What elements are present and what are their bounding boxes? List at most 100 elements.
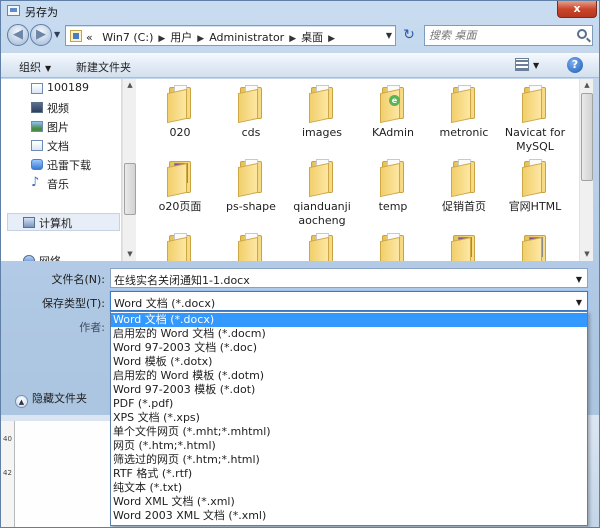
folder-item-official-html[interactable]: 官网HTML: [501, 159, 569, 214]
chevron-down-icon[interactable]: ▼: [576, 275, 582, 284]
chevron-down-icon[interactable]: ▼: [576, 298, 582, 307]
breadcrumb-item-drive[interactable]: Win7 (C:): [102, 31, 153, 44]
filetype-option[interactable]: XPS 文档 (*.xps): [111, 411, 587, 425]
breadcrumb-item-users[interactable]: 用户: [170, 31, 192, 44]
back-arrow-icon: ◀: [13, 27, 23, 42]
address-bar[interactable]: « Win7 (C:) ▶ 用户 ▶ Administrator ▶ 桌面 ▶ ▼: [65, 25, 396, 46]
nav-item-network[interactable]: 网络: [23, 253, 61, 261]
filetype-option[interactable]: 网页 (*.htm;*.html): [111, 439, 587, 453]
nav-item-pictures[interactable]: 图片: [31, 119, 69, 135]
hide-folders-button[interactable]: ▲ 隐藏文件夹: [15, 390, 87, 408]
folder-item-temp[interactable]: temp: [359, 159, 427, 214]
folder-item-qianduanjiaocheng[interactable]: qianduanji aocheng: [288, 159, 356, 228]
folder-item-partial[interactable]: [288, 233, 356, 261]
folder-item-cds[interactable]: cds: [217, 85, 285, 140]
vertical-ruler: 40 42: [1, 421, 15, 527]
filetype-label: 保存类型(T):: [41, 297, 105, 310]
filetype-option[interactable]: Word 97-2003 模板 (*.dot): [111, 383, 587, 397]
breadcrumb-overflow[interactable]: «: [86, 31, 93, 44]
nav-item-music[interactable]: 音乐: [31, 175, 69, 192]
folder-item-promo-home[interactable]: 促销首页: [430, 159, 498, 214]
folder-item-partial[interactable]: [146, 233, 214, 261]
folder-item-ps-shape[interactable]: ps-shape: [217, 159, 285, 214]
folder-icon: [520, 85, 550, 124]
back-button[interactable]: ◀: [7, 24, 29, 46]
folder-label: 020: [169, 126, 191, 139]
filetype-option[interactable]: RTF 格式 (*.rtf): [111, 467, 587, 481]
filetype-option[interactable]: 启用宏的 Word 文档 (*.docm): [111, 327, 587, 341]
nav-pane-scrollbar[interactable]: ▲ ▼: [122, 79, 136, 261]
filetype-option[interactable]: 单个文件网页 (*.mht;*.mhtml): [111, 425, 587, 439]
document-icon: [31, 140, 43, 151]
folder-item-navicat[interactable]: Navicat for MySQL: [501, 85, 569, 154]
breadcrumb-separator-icon[interactable]: ▶: [197, 34, 204, 44]
filetype-option[interactable]: 筛选过的网页 (*.htm;*.html): [111, 453, 587, 467]
folder-item-images[interactable]: images: [288, 85, 356, 140]
filetype-option[interactable]: 启用宏的 Word 模板 (*.dotm): [111, 369, 587, 383]
filetype-option[interactable]: Word 97-2003 文档 (*.doc): [111, 341, 587, 355]
folder-item-partial[interactable]: [501, 233, 569, 261]
document-page-edge: [15, 421, 110, 527]
recent-pages-chevron-icon[interactable]: ▼: [54, 30, 60, 39]
nav-item-label: 音乐: [47, 178, 69, 191]
chevron-up-icon: ▲: [15, 395, 28, 408]
breadcrumb-item-administrator[interactable]: Administrator: [209, 31, 284, 44]
search-box[interactable]: [424, 25, 593, 46]
folder-item-o20[interactable]: o20页面: [146, 159, 214, 214]
search-icon[interactable]: [577, 29, 587, 39]
breadcrumb-separator-icon[interactable]: ▶: [289, 34, 296, 44]
folder-item-partial[interactable]: [430, 233, 498, 261]
scroll-down-icon[interactable]: ▼: [580, 248, 594, 261]
nav-item-computer[interactable]: 计算机: [23, 215, 72, 231]
scrollbar-thumb[interactable]: [124, 163, 136, 215]
view-options-icon[interactable]: [515, 58, 529, 71]
scroll-up-icon[interactable]: ▲: [123, 79, 137, 92]
filetype-select[interactable]: Word 文档 (*.docx) ▼: [110, 291, 588, 311]
folder-label: ps-shape: [226, 200, 276, 213]
filename-label: 文件名(N):: [51, 273, 105, 286]
nav-item-thunder-downloads[interactable]: 迅雷下载: [31, 157, 91, 173]
forward-button[interactable]: ▶: [30, 24, 52, 46]
filetype-option[interactable]: 纯文本 (*.txt): [111, 481, 587, 495]
nav-item-100189[interactable]: 100189: [31, 81, 89, 97]
scroll-down-icon[interactable]: ▼: [123, 248, 137, 261]
filetype-option[interactable]: Word 2003 XML 文档 (*.xml): [111, 509, 587, 523]
filetype-option[interactable]: Word XML 文档 (*.xml): [111, 495, 587, 509]
folder-icon: [165, 85, 195, 124]
breadcrumb-item-desktop[interactable]: 桌面: [301, 31, 323, 44]
folder-item-metronic[interactable]: metronic: [430, 85, 498, 140]
folder-label: 官网HTML: [508, 200, 562, 213]
folder-item-partial[interactable]: [217, 233, 285, 261]
folder-item-kadmin[interactable]: e KAdmin: [359, 85, 427, 140]
nav-item-documents[interactable]: 文档: [31, 138, 69, 154]
folder-label: metronic: [439, 126, 489, 139]
search-input[interactable]: [429, 28, 569, 43]
breadcrumb-separator-icon[interactable]: ▶: [158, 34, 165, 44]
scroll-up-icon[interactable]: ▲: [580, 79, 594, 92]
nav-item-videos[interactable]: 视频: [31, 100, 69, 116]
breadcrumb-separator-icon[interactable]: ▶: [328, 34, 335, 44]
folder-item-partial[interactable]: [359, 233, 427, 261]
folder-label: images: [302, 126, 342, 139]
folder-icon: [307, 233, 337, 261]
help-icon[interactable]: ?: [567, 57, 583, 73]
folder-icon: [520, 159, 550, 198]
organize-button[interactable]: 组织 ▼: [19, 59, 51, 75]
chevron-down-icon: ▼: [45, 64, 52, 73]
refresh-button[interactable]: ↻: [399, 25, 419, 46]
close-button[interactable]: x: [557, 1, 597, 18]
folder-label: temp: [378, 200, 408, 213]
file-list-scrollbar[interactable]: ▲ ▼: [579, 79, 593, 261]
new-folder-button[interactable]: 新建文件夹: [76, 59, 131, 75]
filetype-option[interactable]: Word 文档 (*.docx): [111, 313, 587, 327]
address-dropdown-chevron-icon[interactable]: ▼: [386, 31, 392, 40]
document-icon: [31, 83, 43, 94]
folder-item-020[interactable]: 020: [146, 85, 214, 140]
filename-field[interactable]: 在线实名关闭通知1-1.docx ▼: [110, 268, 588, 288]
filetype-option[interactable]: Word 模板 (*.dotx): [111, 355, 587, 369]
folder-location-icon: [70, 30, 82, 42]
filetype-option[interactable]: PDF (*.pdf): [111, 397, 587, 411]
scrollbar-thumb[interactable]: [581, 93, 593, 181]
folder-icon: [236, 159, 266, 198]
view-options-chevron-icon[interactable]: ▼: [533, 61, 539, 70]
